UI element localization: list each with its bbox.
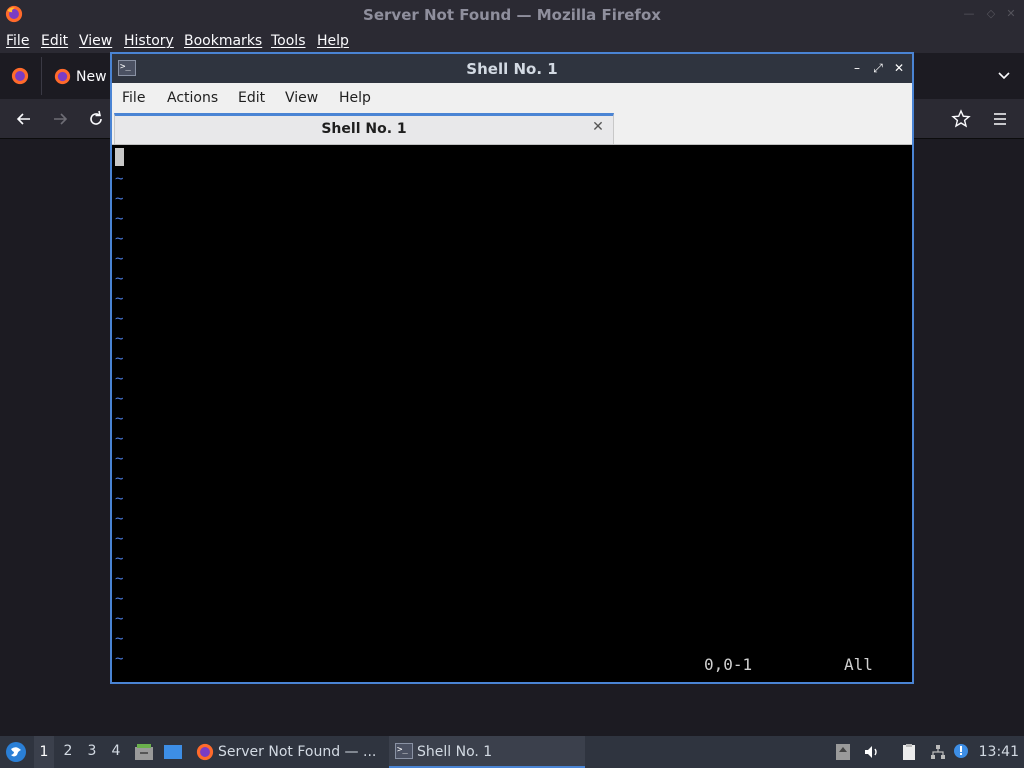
maximize-icon[interactable]: ◇ — [984, 7, 998, 21]
tilde-marker: ~ — [115, 331, 124, 347]
minimize-icon[interactable]: — — [962, 7, 976, 21]
terminal-titlebar[interactable]: >_ Shell No. 1 – ⤢ ✕ — [112, 54, 912, 83]
tilde-marker: ~ — [115, 291, 124, 307]
menu-actions[interactable]: Actions — [167, 90, 218, 106]
firefox-icon — [196, 743, 214, 761]
workspace-3[interactable]: 3 — [82, 743, 102, 759]
task-firefox[interactable]: Server Not Found — ... — [192, 736, 380, 768]
maximize-icon[interactable]: ⤢ — [871, 61, 885, 75]
menu-history[interactable]: History — [124, 33, 174, 49]
hamburger-icon[interactable] — [990, 109, 1010, 129]
notification-icon[interactable] — [953, 743, 971, 761]
tilde-marker: ~ — [115, 231, 124, 247]
firefox-menubar: File Edit View History Bookmarks Tools H… — [0, 29, 1024, 53]
menu-edit[interactable]: Edit — [41, 33, 68, 49]
empty-line-markers: ~ ~ ~ ~ ~ ~ ~ ~ ~ ~ ~ ~ ~ ~ ~ ~ ~ ~ ~ ~ ~ ~ ~ ~ ~ — [115, 169, 123, 669]
minimize-icon[interactable]: – — [850, 61, 864, 75]
reload-icon[interactable] — [86, 109, 106, 129]
tilde-marker: ~ — [115, 591, 124, 607]
firefox-icon — [54, 68, 71, 85]
tilde-marker: ~ — [115, 531, 124, 547]
task-terminal[interactable]: >_ Shell No. 1 — [389, 736, 585, 768]
text-cursor — [115, 148, 124, 166]
tilde-marker: ~ — [115, 311, 124, 327]
firefox-window-title: Server Not Found — Mozilla Firefox — [363, 6, 661, 24]
tilde-marker: ~ — [115, 411, 124, 427]
pinned-tab[interactable] — [0, 57, 42, 95]
tilde-marker: ~ — [115, 491, 124, 507]
scroll-status: All — [844, 655, 873, 674]
task-firefox-label: Server Not Found — ... — [218, 744, 377, 760]
menu-file[interactable]: File — [122, 90, 145, 106]
tilde-marker: ~ — [115, 611, 124, 627]
tilde-marker: ~ — [115, 631, 124, 647]
taskbar: 1 2 3 4 Server Not Found — ... >_ Shell … — [0, 736, 1024, 768]
tilde-marker: ~ — [115, 211, 124, 227]
menu-edit[interactable]: Edit — [238, 90, 265, 106]
tilde-marker: ~ — [115, 371, 124, 387]
arrow-left-icon[interactable] — [14, 109, 34, 129]
terminal-window-title: Shell No. 1 — [466, 60, 558, 78]
tilde-marker: ~ — [115, 651, 124, 667]
task-terminal-label: Shell No. 1 — [417, 744, 493, 760]
workspace-2[interactable]: 2 — [58, 743, 78, 759]
tilde-marker: ~ — [115, 511, 124, 527]
tilde-marker: ~ — [115, 451, 124, 467]
tilde-marker: ~ — [115, 391, 124, 407]
upload-icon[interactable] — [834, 743, 852, 761]
tilde-marker: ~ — [115, 351, 124, 367]
workspace-4[interactable]: 4 — [106, 743, 126, 759]
chevron-down-icon[interactable] — [996, 67, 1012, 83]
tilde-marker: ~ — [115, 571, 124, 587]
arrow-right-icon[interactable] — [50, 109, 70, 129]
terminal-tabbar: Shell No. 1 ✕ — [112, 113, 912, 145]
menu-tools[interactable]: Tools — [271, 33, 306, 49]
terminal-screen[interactable]: ~ ~ ~ ~ ~ ~ ~ ~ ~ ~ ~ ~ ~ ~ ~ ~ ~ ~ ~ ~ ~ ~ ~ ~ ~ 0,0-1 All — [112, 145, 912, 682]
network-icon[interactable] — [929, 743, 947, 761]
tilde-marker: ~ — [115, 191, 124, 207]
tilde-marker: ~ — [115, 471, 124, 487]
tilde-marker: ~ — [115, 551, 124, 567]
firefox-icon — [11, 67, 29, 85]
close-icon[interactable]: ✕ — [591, 120, 605, 134]
workspace-1[interactable]: 1 — [34, 736, 54, 768]
show-desktop-icon[interactable] — [163, 743, 183, 761]
tilde-marker: ~ — [115, 251, 124, 267]
firefox-titlebar[interactable]: Server Not Found — Mozilla Firefox — ◇ ✕ — [0, 0, 1024, 29]
terminal-menubar: File Actions Edit View Help — [112, 83, 912, 113]
clipboard-icon[interactable] — [900, 743, 918, 761]
volume-icon[interactable] — [863, 743, 881, 761]
terminal-tab[interactable]: Shell No. 1 ✕ — [114, 113, 614, 144]
terminal-tab-label: Shell No. 1 — [321, 121, 407, 137]
terminal-icon: >_ — [395, 743, 413, 759]
menu-view[interactable]: View — [285, 90, 318, 106]
close-icon[interactable]: ✕ — [892, 61, 906, 75]
close-icon[interactable]: ✕ — [1004, 7, 1018, 21]
start-menu-icon[interactable] — [5, 741, 27, 763]
cursor-position-status: 0,0-1 — [704, 655, 753, 674]
browser-tab-label: New — [76, 69, 107, 85]
star-icon[interactable] — [951, 109, 971, 129]
menu-help[interactable]: Help — [317, 33, 349, 49]
menu-help[interactable]: Help — [339, 90, 371, 106]
tilde-marker: ~ — [115, 171, 124, 187]
menu-file[interactable]: File — [6, 33, 29, 49]
file-manager-icon[interactable] — [134, 743, 154, 761]
menu-view[interactable]: View — [79, 33, 112, 49]
terminal-window: >_ Shell No. 1 – ⤢ ✕ File Actions Edit V… — [110, 52, 914, 684]
menu-bookmarks[interactable]: Bookmarks — [184, 33, 262, 49]
clock: 13:41 — [978, 744, 1019, 760]
tilde-marker: ~ — [115, 431, 124, 447]
tilde-marker: ~ — [115, 271, 124, 287]
